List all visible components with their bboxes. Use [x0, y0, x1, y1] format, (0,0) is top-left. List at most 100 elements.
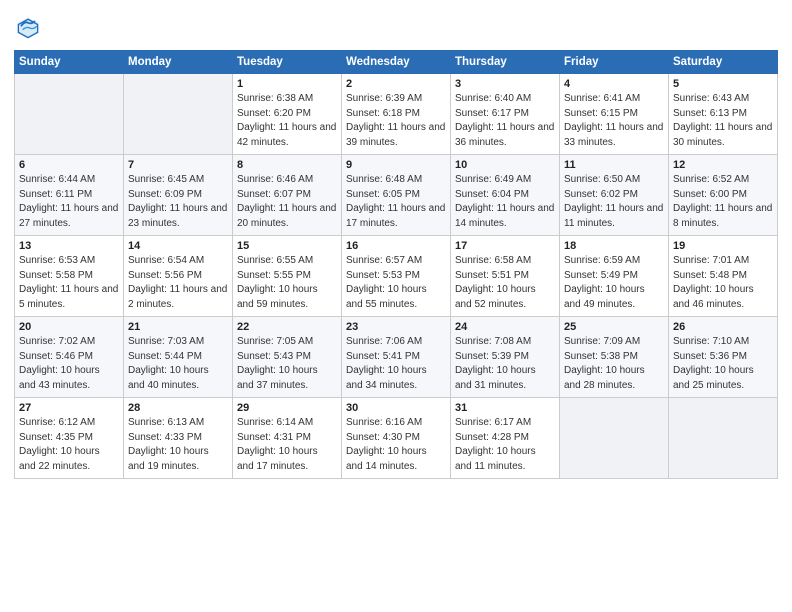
calendar-cell: 15 Sunrise: 6:55 AMSunset: 5:55 PMDayligh…: [233, 236, 342, 317]
calendar-cell: 10 Sunrise: 6:49 AMSunset: 6:04 PMDayligh…: [451, 155, 560, 236]
day-number: 30: [346, 402, 446, 414]
calendar-cell: 12Sunrise: 6:52 AMSunset: 6:00 PMDayligh…: [669, 155, 778, 236]
day-number: 20: [19, 321, 119, 333]
day-detail: Sunrise: 6:16 AMSunset: 4:30 PMDaylight:…: [346, 416, 446, 474]
day-number: 24: [455, 321, 555, 333]
calendar-week-4: 20 Sunrise: 7:02 AMSunset: 5:46 PMDayligh…: [15, 317, 778, 398]
logo: [14, 14, 45, 42]
day-detail: Sunrise: 6:43 AMSunset: 6:13 PMDaylight:…: [673, 92, 773, 150]
page: SundayMondayTuesdayWednesdayThursdayFrid…: [0, 0, 792, 612]
day-detail: Sunrise: 7:03 AMSunset: 5:44 PMDaylight:…: [128, 335, 228, 393]
day-detail: Sunrise: 6:17 AMSunset: 4:28 PMDaylight:…: [455, 416, 555, 474]
day-detail: Sunrise: 6:49 AMSunset: 6:04 PMDaylight:…: [455, 173, 555, 231]
day-number: 14: [128, 240, 228, 252]
calendar-cell: 26 Sunrise: 7:10 AMSunset: 5:36 PMDayligh…: [669, 317, 778, 398]
day-number: 9: [346, 159, 446, 171]
calendar-cell: 11 Sunrise: 6:50 AMSunset: 6:02 PMDayligh…: [560, 155, 669, 236]
weekday-header-sunday: Sunday: [15, 51, 124, 74]
day-number: 28: [128, 402, 228, 414]
calendar-cell: 3 Sunrise: 6:40 AMSunset: 6:17 PMDaylight…: [451, 74, 560, 155]
day-detail: Sunrise: 7:06 AMSunset: 5:41 PMDaylight:…: [346, 335, 446, 393]
day-number: 23: [346, 321, 446, 333]
day-detail: Sunrise: 6:40 AMSunset: 6:17 PMDaylight:…: [455, 92, 555, 150]
day-detail: Sunrise: 6:44 AMSunset: 6:11 PMDaylight:…: [19, 173, 119, 231]
day-detail: Sunrise: 6:50 AMSunset: 6:02 PMDaylight:…: [564, 173, 664, 231]
calendar-cell: 30 Sunrise: 6:16 AMSunset: 4:30 PMDayligh…: [342, 398, 451, 479]
day-detail: Sunrise: 6:48 AMSunset: 6:05 PMDaylight:…: [346, 173, 446, 231]
day-detail: Sunrise: 6:55 AMSunset: 5:55 PMDaylight:…: [237, 254, 337, 312]
day-number: 8: [237, 159, 337, 171]
calendar-cell: 21 Sunrise: 7:03 AMSunset: 5:44 PMDayligh…: [124, 317, 233, 398]
day-number: 16: [346, 240, 446, 252]
calendar-cell: 9 Sunrise: 6:48 AMSunset: 6:05 PMDaylight…: [342, 155, 451, 236]
day-detail: Sunrise: 6:46 AMSunset: 6:07 PMDaylight:…: [237, 173, 337, 231]
day-detail: Sunrise: 6:13 AMSunset: 4:33 PMDaylight:…: [128, 416, 228, 474]
day-number: 22: [237, 321, 337, 333]
day-detail: Sunrise: 6:12 AMSunset: 4:35 PMDaylight:…: [19, 416, 119, 474]
day-number: 29: [237, 402, 337, 414]
day-number: 19: [673, 240, 773, 252]
day-number: 5: [673, 78, 773, 90]
logo-icon: [14, 14, 42, 42]
day-number: 13: [19, 240, 119, 252]
day-detail: Sunrise: 7:05 AMSunset: 5:43 PMDaylight:…: [237, 335, 337, 393]
calendar-cell: 16 Sunrise: 6:57 AMSunset: 5:53 PMDayligh…: [342, 236, 451, 317]
day-detail: Sunrise: 6:57 AMSunset: 5:53 PMDaylight:…: [346, 254, 446, 312]
calendar-cell: 8 Sunrise: 6:46 AMSunset: 6:07 PMDaylight…: [233, 155, 342, 236]
day-number: 2: [346, 78, 446, 90]
day-number: 12: [673, 159, 773, 171]
day-number: 11: [564, 159, 664, 171]
calendar-header: SundayMondayTuesdayWednesdayThursdayFrid…: [15, 51, 778, 74]
calendar-body: 1Sunrise: 6:38 AMSunset: 6:20 PMDaylight…: [15, 74, 778, 479]
day-detail: Sunrise: 6:39 AMSunset: 6:18 PMDaylight:…: [346, 92, 446, 150]
day-number: 17: [455, 240, 555, 252]
weekday-header-saturday: Saturday: [669, 51, 778, 74]
day-number: 26: [673, 321, 773, 333]
calendar-cell: 25Sunrise: 7:09 AMSunset: 5:38 PMDayligh…: [560, 317, 669, 398]
day-number: 6: [19, 159, 119, 171]
calendar-cell: [669, 398, 778, 479]
day-detail: Sunrise: 7:02 AMSunset: 5:46 PMDaylight:…: [19, 335, 119, 393]
calendar-cell: 18Sunrise: 6:59 AMSunset: 5:49 PMDayligh…: [560, 236, 669, 317]
day-number: 7: [128, 159, 228, 171]
calendar-cell: 27Sunrise: 6:12 AMSunset: 4:35 PMDayligh…: [15, 398, 124, 479]
calendar-cell: [15, 74, 124, 155]
weekday-header-friday: Friday: [560, 51, 669, 74]
calendar-cell: 13Sunrise: 6:53 AMSunset: 5:58 PMDayligh…: [15, 236, 124, 317]
day-number: 15: [237, 240, 337, 252]
calendar-cell: 6 Sunrise: 6:44 AMSunset: 6:11 PMDaylight…: [15, 155, 124, 236]
day-detail: Sunrise: 6:58 AMSunset: 5:51 PMDaylight:…: [455, 254, 555, 312]
day-number: 18: [564, 240, 664, 252]
day-number: 10: [455, 159, 555, 171]
calendar-cell: 20 Sunrise: 7:02 AMSunset: 5:46 PMDayligh…: [15, 317, 124, 398]
calendar-cell: 17 Sunrise: 6:58 AMSunset: 5:51 PMDayligh…: [451, 236, 560, 317]
header: [14, 10, 778, 42]
calendar-week-5: 27Sunrise: 6:12 AMSunset: 4:35 PMDayligh…: [15, 398, 778, 479]
weekday-header-tuesday: Tuesday: [233, 51, 342, 74]
calendar-table: SundayMondayTuesdayWednesdayThursdayFrid…: [14, 50, 778, 479]
day-number: 21: [128, 321, 228, 333]
calendar-week-2: 6 Sunrise: 6:44 AMSunset: 6:11 PMDaylight…: [15, 155, 778, 236]
calendar-cell: 4Sunrise: 6:41 AMSunset: 6:15 PMDaylight…: [560, 74, 669, 155]
calendar-cell: 19 Sunrise: 7:01 AMSunset: 5:48 PMDayligh…: [669, 236, 778, 317]
day-detail: Sunrise: 6:45 AMSunset: 6:09 PMDaylight:…: [128, 173, 228, 231]
day-detail: Sunrise: 6:54 AMSunset: 5:56 PMDaylight:…: [128, 254, 228, 312]
calendar-cell: 14 Sunrise: 6:54 AMSunset: 5:56 PMDayligh…: [124, 236, 233, 317]
calendar-cell: [560, 398, 669, 479]
calendar-cell: [124, 74, 233, 155]
day-detail: Sunrise: 7:10 AMSunset: 5:36 PMDaylight:…: [673, 335, 773, 393]
weekday-header-monday: Monday: [124, 51, 233, 74]
day-detail: Sunrise: 6:41 AMSunset: 6:15 PMDaylight:…: [564, 92, 664, 150]
calendar-cell: 23 Sunrise: 7:06 AMSunset: 5:41 PMDayligh…: [342, 317, 451, 398]
calendar-cell: 29 Sunrise: 6:14 AMSunset: 4:31 PMDayligh…: [233, 398, 342, 479]
calendar-cell: 22 Sunrise: 7:05 AMSunset: 5:43 PMDayligh…: [233, 317, 342, 398]
day-detail: Sunrise: 6:14 AMSunset: 4:31 PMDaylight:…: [237, 416, 337, 474]
calendar-cell: 7 Sunrise: 6:45 AMSunset: 6:09 PMDaylight…: [124, 155, 233, 236]
weekday-header-thursday: Thursday: [451, 51, 560, 74]
day-number: 3: [455, 78, 555, 90]
day-detail: Sunrise: 7:08 AMSunset: 5:39 PMDaylight:…: [455, 335, 555, 393]
day-number: 25: [564, 321, 664, 333]
day-number: 1: [237, 78, 337, 90]
day-detail: Sunrise: 7:01 AMSunset: 5:48 PMDaylight:…: [673, 254, 773, 312]
calendar-week-1: 1Sunrise: 6:38 AMSunset: 6:20 PMDaylight…: [15, 74, 778, 155]
